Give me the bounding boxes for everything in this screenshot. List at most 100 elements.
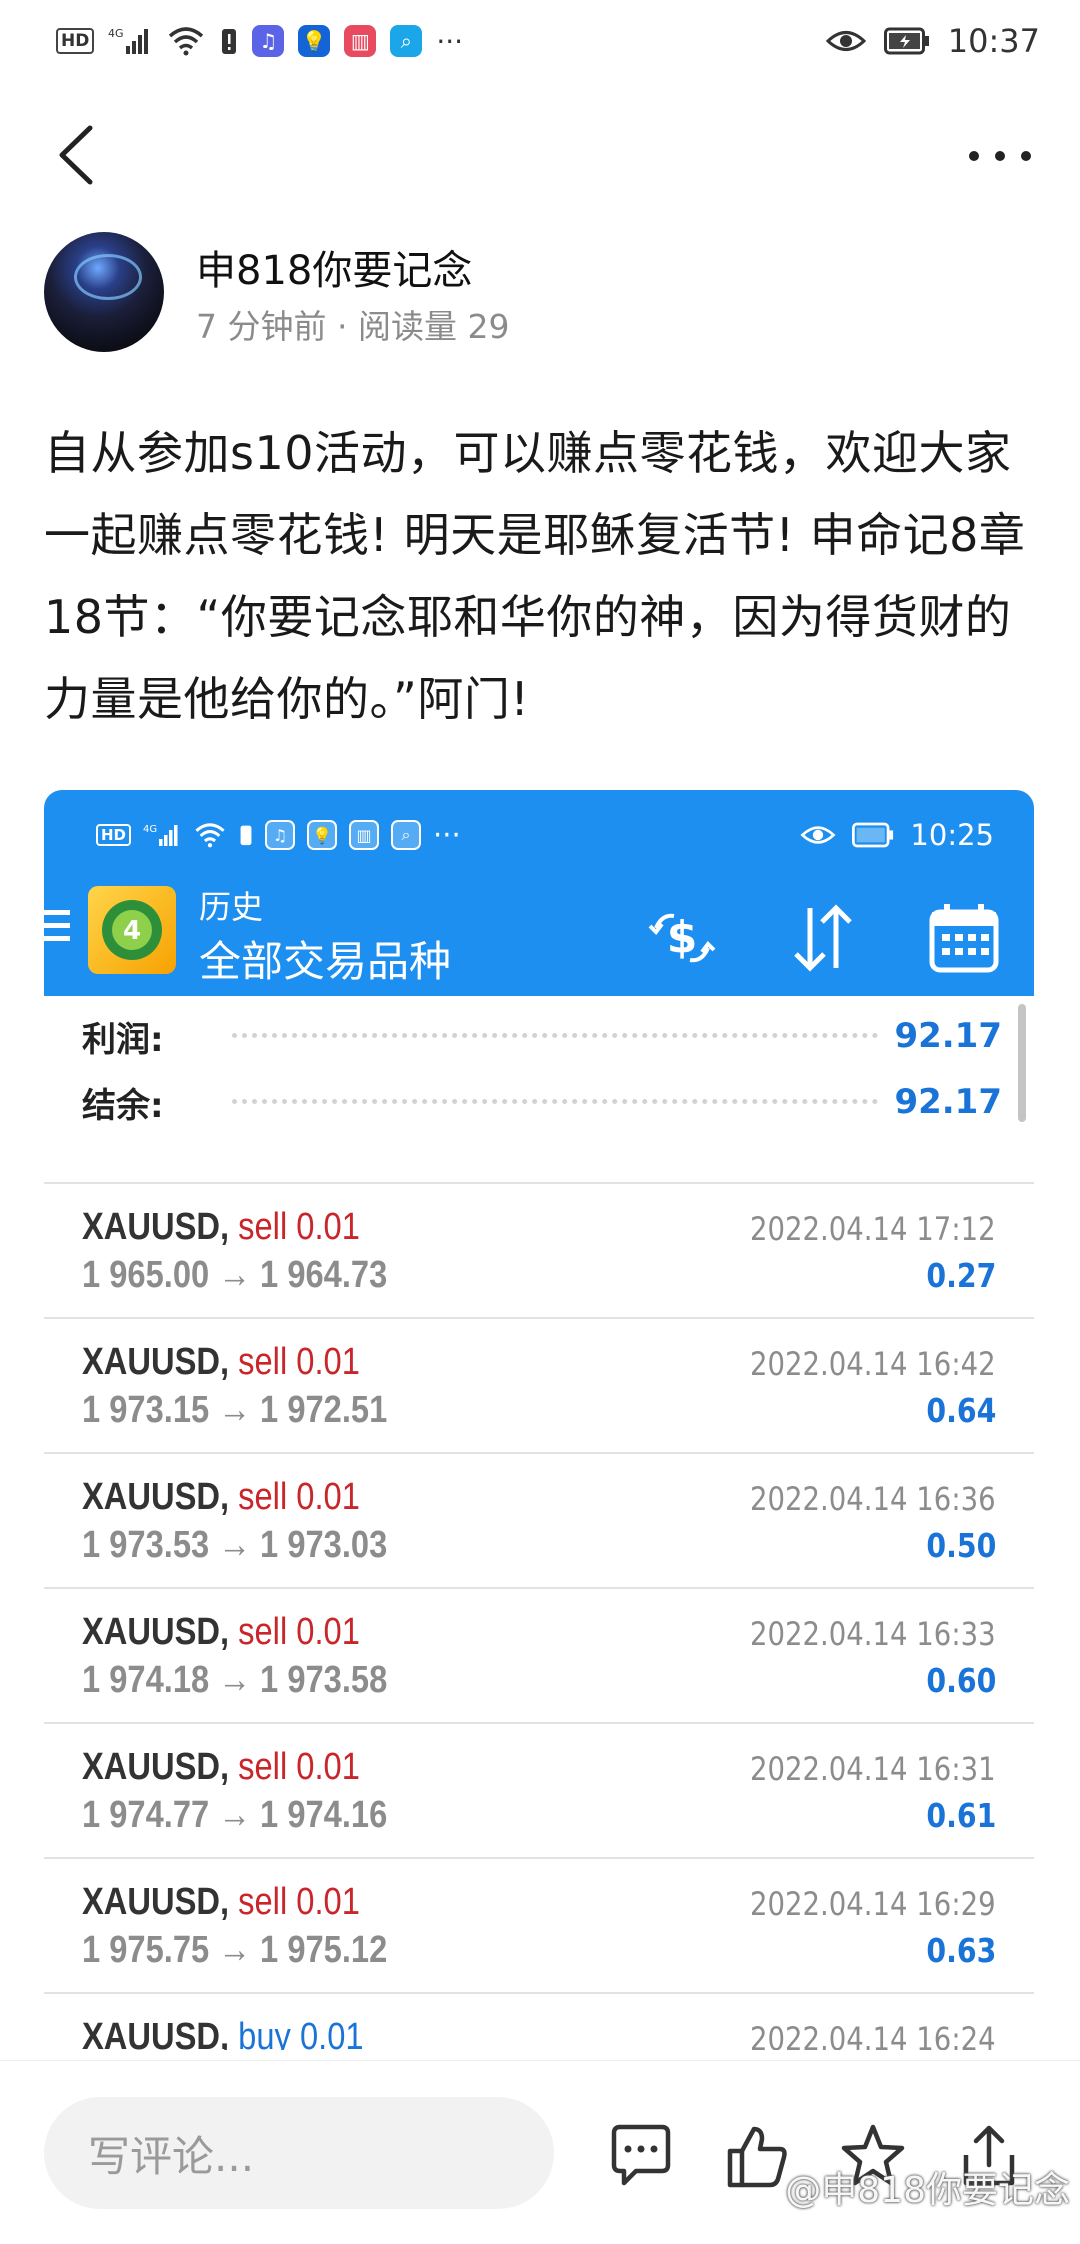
alert-icon	[220, 24, 238, 58]
bottom-action-bar: 写评论... @申818你要记念	[0, 2060, 1080, 2244]
trade-symbol: XAUUSD	[82, 1476, 221, 1518]
metatrader-logo-icon: 4	[88, 886, 176, 974]
more-options-icon[interactable]	[960, 136, 1040, 176]
trade-type: sell	[238, 1476, 288, 1518]
dotted-leader	[232, 1094, 879, 1104]
open-price: 1 975.75	[82, 1929, 210, 1971]
trade-lots: 0.01	[296, 1476, 360, 1518]
trade-date: 2022.04.14 16:42	[750, 1345, 996, 1383]
bulb-app-icon: 💡	[298, 25, 331, 57]
more-notifications-icon: ···	[436, 24, 464, 58]
trade-profit: 0.27	[925, 1256, 996, 1295]
trade-symbol: XAUUSD	[82, 1341, 221, 1383]
screenshot-page-subtitle[interactable]: 全部交易品种	[199, 928, 451, 989]
close-price: 1 973.58	[260, 1659, 388, 1701]
close-price: 1 973.03	[260, 1524, 388, 1566]
trade-row[interactable]: XAUUSD, sell 0.01 1 974.18 → 1 973.58 20…	[44, 1587, 1034, 1722]
signal-icon: 4G	[108, 24, 152, 58]
screenshot-bulb-icon: 💡	[307, 820, 338, 850]
trade-date: 2022.04.14 16:29	[750, 1885, 996, 1923]
trade-row[interactable]: XAUUSD, sell 0.01 1 965.00 → 1 964.73 20…	[44, 1182, 1034, 1317]
author-name[interactable]: 申818你要记念	[196, 238, 472, 296]
close-price: 1 975.12	[260, 1929, 388, 1971]
wifi-icon	[166, 24, 206, 58]
trade-row[interactable]: XAUUSD, sell 0.01 1 975.75 → 1 975.12 20…	[44, 1857, 1034, 1992]
screenshot-hd-icon: HD	[96, 824, 132, 846]
trade-row[interactable]: XAUUSD, buy 0.01 2022.04.14 16:24	[44, 1992, 1034, 2050]
network-type: 4G	[108, 27, 124, 40]
hd-icon: HD	[56, 28, 95, 54]
account-summary: 利润: 92.17 结余: 92.17	[44, 996, 1034, 1132]
screenshot-battery-icon	[852, 822, 894, 848]
trade-symbol: XAUUSD	[82, 1746, 221, 1788]
trade-lots: 0.01	[296, 1611, 360, 1653]
summary-value: 92.17	[894, 1082, 1002, 1122]
embedded-screenshot[interactable]: HD 4G ♫ 💡 ▥ ⌕ ··· 10:25 4 历史 全部交易品种 $ 利润…	[44, 790, 1034, 2050]
screenshot-more-icon: ···	[433, 818, 461, 852]
screenshot-eye-icon	[800, 826, 836, 844]
avatar[interactable]	[44, 232, 164, 352]
trade-row[interactable]: XAUUSD, sell 0.01 1 973.53 → 1 973.03 20…	[44, 1452, 1034, 1587]
close-price: 1 972.51	[260, 1389, 388, 1431]
comment-input[interactable]: 写评论...	[44, 2097, 554, 2209]
dotted-leader	[232, 1028, 879, 1038]
open-price: 1 973.15	[82, 1389, 210, 1431]
trade-type: buy	[238, 2016, 291, 2050]
trade-symbol: XAUUSD	[82, 1206, 221, 1248]
close-price: 1 964.73	[260, 1254, 388, 1296]
summary-value: 92.17	[894, 1016, 1002, 1056]
back-icon[interactable]	[50, 120, 110, 190]
currency-exchange-icon[interactable]: $	[642, 898, 722, 978]
screenshot-page-title: 历史	[199, 888, 264, 926]
svg-text:4: 4	[123, 916, 141, 946]
screenshot-signal-icon: 4G	[143, 824, 178, 846]
open-price: 1 974.18	[82, 1659, 210, 1701]
trade-lots: 0.01	[299, 2016, 364, 2050]
trade-profit: 0.50	[925, 1526, 996, 1565]
trade-profit: 0.64	[925, 1391, 996, 1430]
trade-symbol: XAUUSD	[82, 2016, 221, 2050]
status-time: 10:37	[947, 22, 1040, 60]
comment-icon[interactable]	[606, 2121, 676, 2191]
post-body: 自从参加s10活动，可以赚点零花钱，欢迎大家一起赚点零花钱! 明天是耶稣复活节!…	[44, 426, 1026, 726]
trade-row[interactable]: XAUUSD, sell 0.01 1 973.15 → 1 972.51 20…	[44, 1317, 1034, 1452]
screenshot-network-type: 4G	[143, 824, 157, 835]
trade-profit: 0.63	[925, 1931, 996, 1970]
trade-lots: 0.01	[296, 1881, 360, 1923]
sort-icon[interactable]	[782, 898, 862, 978]
svg-text:$: $	[667, 912, 698, 963]
trade-type: sell	[238, 1746, 288, 1788]
like-icon[interactable]	[722, 2121, 792, 2191]
calendar-icon[interactable]	[924, 898, 1004, 978]
summary-row-balance: 结余: 92.17	[82, 1072, 1002, 1132]
open-price: 1 974.77	[82, 1794, 210, 1836]
screenshot-search-icon: ⌕	[391, 820, 422, 850]
trade-type: sell	[238, 1341, 288, 1383]
trade-row[interactable]: XAUUSD, sell 0.01 1 974.77 → 1 974.16 20…	[44, 1722, 1034, 1857]
trade-date: 2022.04.14 16:36	[750, 1480, 996, 1518]
trade-type: sell	[238, 1611, 288, 1653]
screenshot-alert-icon	[240, 825, 252, 846]
menu-icon[interactable]	[44, 908, 72, 944]
trade-date: 2022.04.14 17:12	[750, 1210, 996, 1248]
screenshot-wifi-icon	[195, 823, 225, 848]
trade-lots: 0.01	[296, 1206, 360, 1248]
eye-icon	[825, 24, 866, 58]
open-price: 1 965.00	[82, 1254, 210, 1296]
trade-profit: 0.61	[925, 1796, 996, 1835]
trade-profit: 0.60	[925, 1661, 996, 1700]
screenshot-status-bar: HD 4G ♫ 💡 ▥ ⌕ ··· 10:25	[44, 810, 1034, 860]
screenshot-app-header: HD 4G ♫ 💡 ▥ ⌕ ··· 10:25 4 历史 全部交易品种 $	[44, 790, 1034, 996]
trade-type: sell	[238, 1881, 288, 1923]
screenshot-book-icon: ▥	[349, 820, 380, 850]
summary-row-profit: 利润: 92.17	[82, 1006, 1002, 1066]
scrollbar[interactable]	[1018, 1004, 1026, 1122]
search-app-icon: ⌕	[390, 25, 423, 57]
trade-symbol: XAUUSD	[82, 1881, 221, 1923]
post-meta: 7 分钟前 · 阅读量 29	[196, 307, 510, 346]
status-bar: HD 4G ♫ 💡 ▥ ⌕ ··· 10:37	[0, 0, 1080, 82]
summary-label: 利润:	[82, 1019, 164, 1060]
trade-date: 2022.04.14 16:31	[750, 1750, 996, 1788]
trade-lots: 0.01	[296, 1746, 360, 1788]
trade-date: 2022.04.14 16:33	[750, 1615, 996, 1653]
